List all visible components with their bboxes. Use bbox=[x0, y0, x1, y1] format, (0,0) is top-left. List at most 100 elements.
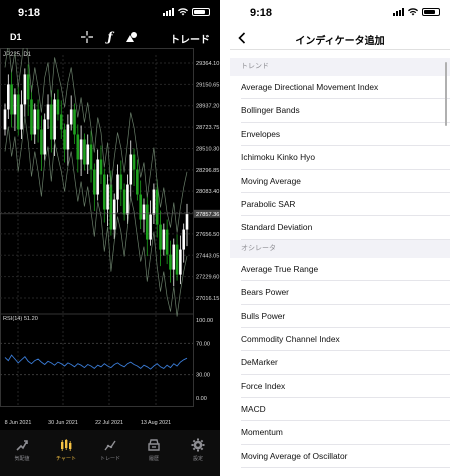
price-tick-label: 27229.60 bbox=[196, 275, 219, 281]
candle-body bbox=[109, 184, 113, 230]
timeframe-button[interactable]: D1 bbox=[10, 32, 22, 42]
chart-frame bbox=[0, 48, 194, 407]
tab-history[interactable]: 履歴 bbox=[132, 430, 176, 476]
indicator-item[interactable]: Bollinger Bands bbox=[241, 99, 450, 123]
price-tick-label: 28937.20 bbox=[196, 104, 219, 110]
indicator-item[interactable]: Moving Average bbox=[241, 170, 450, 193]
tab-label: 履歴 bbox=[148, 456, 159, 462]
indicator-item[interactable]: Bulls Power bbox=[241, 305, 450, 328]
scrollbar[interactable] bbox=[444, 62, 447, 126]
candle-body bbox=[139, 194, 142, 220]
status-icons bbox=[393, 8, 440, 16]
battery-icon bbox=[422, 8, 440, 16]
candle-body bbox=[86, 144, 90, 165]
candle-body bbox=[136, 169, 139, 195]
battery-icon bbox=[192, 8, 210, 16]
candle-body bbox=[119, 174, 123, 190]
candle-body bbox=[152, 189, 156, 215]
indicator-item[interactable]: Average Directional Movement Index bbox=[241, 76, 450, 100]
indicator-item[interactable]: Force Index bbox=[241, 375, 450, 399]
price-tick-label: 29150.65 bbox=[196, 82, 219, 88]
candle-body bbox=[145, 204, 149, 240]
indicator-item[interactable]: MACD bbox=[241, 398, 450, 422]
candle-body bbox=[172, 244, 176, 270]
status-icons bbox=[163, 8, 210, 16]
nav-bar: インディケータ追加 bbox=[230, 28, 450, 50]
price-tick-label: 28510.30 bbox=[196, 146, 219, 152]
indicator-item[interactable]: Average True Range bbox=[241, 258, 450, 282]
tab-trade[interactable]: トレード bbox=[88, 430, 132, 476]
candle-body bbox=[159, 224, 162, 250]
tab-settings[interactable]: 設定 bbox=[176, 430, 220, 476]
candle-body bbox=[30, 99, 33, 135]
indicator-item[interactable]: DeMarker bbox=[241, 351, 450, 375]
chart-screen: 9:18 D1 ƒ トレード JP225, D1 29364.10 29150.65… bbox=[0, 0, 220, 476]
indicator-item[interactable]: Standard Deviation bbox=[241, 216, 450, 240]
section-header: トレンド bbox=[230, 58, 450, 76]
candle-body bbox=[175, 244, 179, 275]
candle-body bbox=[73, 109, 76, 135]
indicator-item[interactable]: Commodity Channel Index bbox=[241, 328, 450, 352]
candle-body bbox=[56, 99, 60, 115]
price-chart[interactable]: JP225, D129364.1029150.6528937.2028723.7… bbox=[0, 48, 220, 430]
candle-body bbox=[106, 184, 109, 210]
crosshair-icon[interactable] bbox=[80, 30, 94, 44]
candle-body bbox=[89, 144, 93, 170]
tab-quotes[interactable]: 気配値 bbox=[0, 430, 44, 476]
shapes-icon[interactable] bbox=[125, 30, 139, 44]
candle-body bbox=[63, 129, 66, 150]
function-icon[interactable]: ƒ bbox=[103, 30, 117, 44]
signal-icon bbox=[393, 8, 404, 16]
candle-body bbox=[69, 109, 73, 125]
bollinger-upper bbox=[4, 48, 188, 233]
tab-chart[interactable]: チャート bbox=[44, 430, 88, 476]
candle-body bbox=[169, 254, 172, 270]
rsi-tick-label: 30.00 bbox=[196, 373, 210, 379]
candle-body bbox=[93, 169, 96, 195]
date-tick-label: 22 Jul 2021 bbox=[95, 420, 123, 426]
price-tick-label: 29364.10 bbox=[196, 61, 219, 67]
indicator-item[interactable]: Moving Average of Oscillator bbox=[241, 445, 450, 469]
indicator-item[interactable]: Momentum bbox=[241, 421, 450, 445]
indicator-item[interactable]: Envelopes bbox=[241, 123, 450, 147]
bollinger-lower bbox=[4, 116, 188, 317]
candle-body bbox=[142, 204, 146, 220]
candle-body bbox=[10, 84, 13, 115]
indicator-screen: 9:18 インディケータ追加 トレンド Average Directional M… bbox=[230, 0, 450, 476]
candle-body bbox=[16, 94, 20, 130]
candle-body bbox=[149, 214, 152, 240]
trade-button[interactable]: トレード bbox=[170, 31, 210, 46]
candle-body bbox=[33, 109, 37, 135]
indicator-item[interactable]: Ichimoku Kinko Hyo bbox=[241, 146, 450, 170]
price-tick-label: 27443.05 bbox=[196, 253, 219, 259]
price-tick-label: 27016.15 bbox=[196, 296, 219, 302]
candle-body bbox=[185, 213, 189, 230]
status-time: 9:18 bbox=[18, 7, 41, 19]
date-tick-label: 30 Jun 2021 bbox=[48, 420, 78, 426]
candle-body bbox=[182, 229, 185, 250]
tab-label: 設定 bbox=[192, 456, 203, 462]
status-bar: 9:18 bbox=[0, 0, 220, 28]
candle-body bbox=[66, 124, 70, 150]
rsi-tick-label: 100.00 bbox=[196, 318, 213, 324]
current-price-label: 27857.36 bbox=[196, 212, 219, 218]
status-bar: 9:18 bbox=[230, 0, 450, 28]
candle-body bbox=[59, 114, 63, 130]
candle-body bbox=[20, 104, 23, 130]
candle-body bbox=[79, 139, 83, 160]
candle-body bbox=[23, 74, 27, 105]
candle-body bbox=[46, 104, 50, 120]
candle-body bbox=[53, 99, 56, 140]
indicator-item[interactable]: Bears Power bbox=[241, 281, 450, 305]
tab-label: チャート bbox=[56, 456, 76, 462]
wifi-icon bbox=[408, 8, 418, 16]
candle-body bbox=[132, 154, 136, 170]
candle-body bbox=[116, 174, 119, 200]
candle-body bbox=[155, 189, 159, 225]
indicator-item[interactable]: Parabolic SAR bbox=[241, 193, 450, 217]
candle-body bbox=[26, 74, 30, 100]
candle-body bbox=[7, 84, 10, 110]
date-tick-label: 13 Aug 2021 bbox=[141, 420, 171, 426]
signal-icon bbox=[163, 8, 174, 16]
rsi-tick-label: 70.00 bbox=[196, 341, 210, 347]
